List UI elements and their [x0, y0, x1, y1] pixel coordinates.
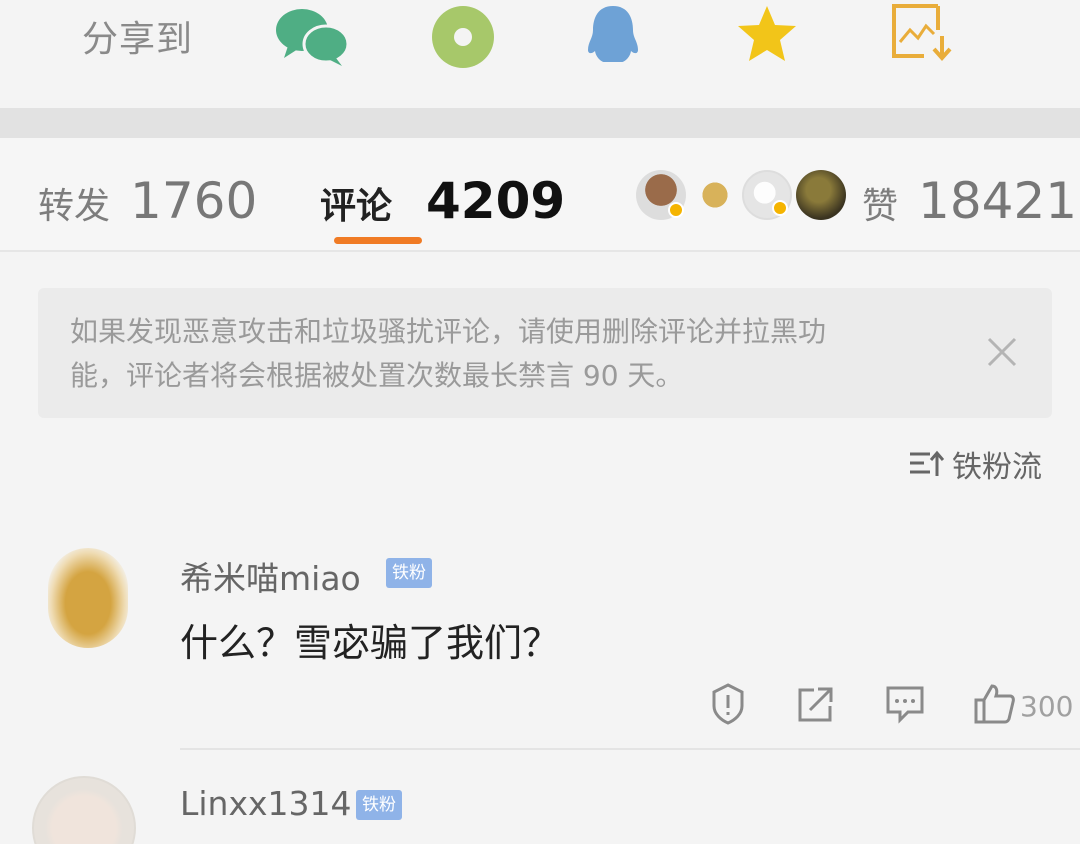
comment-text: 什么？雪宓骗了我们？ — [180, 621, 561, 665]
comment-count: 4209 — [426, 172, 566, 230]
avatar — [742, 170, 792, 220]
avatar — [796, 170, 846, 220]
tab-repost[interactable]: 转发 1760 — [38, 172, 257, 230]
repost-label: 转发 — [38, 186, 111, 227]
fan-badge: 铁粉 — [356, 790, 402, 820]
reply-icon[interactable] — [884, 682, 926, 730]
verified-badge-icon — [668, 202, 684, 218]
tab-like[interactable]: 赞 18421 — [862, 172, 1077, 230]
wechat-icon[interactable] — [274, 4, 350, 72]
comment-username[interactable]: 希米喵miao — [180, 552, 361, 600]
notice-text: 如果发现恶意攻击和垃圾骚扰评论，请使用删除评论并拉黑功 能，评论者将会根据被处置… — [70, 310, 970, 398]
notice-line: 能，评论者将会根据被处置次数最长禁言 90 天。 — [70, 359, 684, 392]
sort-toggle[interactable]: 铁粉流 — [908, 444, 1042, 485]
avatar — [636, 170, 686, 220]
comment-divider — [180, 748, 1080, 750]
comment-actions: 300 — [0, 682, 1080, 732]
like-label: 赞 — [862, 186, 899, 227]
favorite-star-icon[interactable] — [736, 4, 798, 68]
share-label: 分享到 — [82, 19, 194, 60]
report-icon[interactable] — [708, 682, 748, 730]
comment-username[interactable]: Linxx1314 — [180, 784, 352, 823]
like-icon[interactable] — [972, 682, 1016, 730]
tab-comment[interactable]: 评论 4209 — [320, 172, 565, 230]
comment-label: 评论 — [320, 186, 393, 227]
share-bar: 分享到 — [0, 0, 1080, 108]
verified-badge-icon — [772, 200, 788, 216]
sort-icon — [910, 450, 944, 476]
moderation-notice: 如果发现恶意攻击和垃圾骚扰评论，请使用删除评论并拉黑功 能，评论者将会根据被处置… — [38, 288, 1052, 418]
like-count: 18421 — [918, 172, 1078, 230]
save-image-icon[interactable] — [890, 2, 956, 68]
sort-label: 铁粉流 — [952, 450, 1042, 485]
close-icon[interactable] — [986, 336, 1018, 372]
notice-line: 如果发现恶意攻击和垃圾骚扰评论，请使用删除评论并拉黑功 — [70, 315, 827, 348]
section-divider — [0, 108, 1080, 138]
comment-like-count: 300 — [1020, 690, 1074, 723]
moments-icon[interactable] — [430, 4, 496, 74]
active-tab-indicator — [334, 237, 422, 244]
counts-bar: 转发 1760 评论 4209 赞 18421 — [0, 138, 1080, 252]
share-icon[interactable] — [796, 682, 836, 730]
avatar[interactable] — [32, 776, 136, 844]
repost-count: 1760 — [130, 172, 258, 230]
avatar — [690, 170, 740, 220]
fan-badge: 铁粉 — [386, 558, 432, 588]
qq-icon[interactable] — [584, 4, 642, 70]
avatar[interactable] — [48, 548, 128, 648]
